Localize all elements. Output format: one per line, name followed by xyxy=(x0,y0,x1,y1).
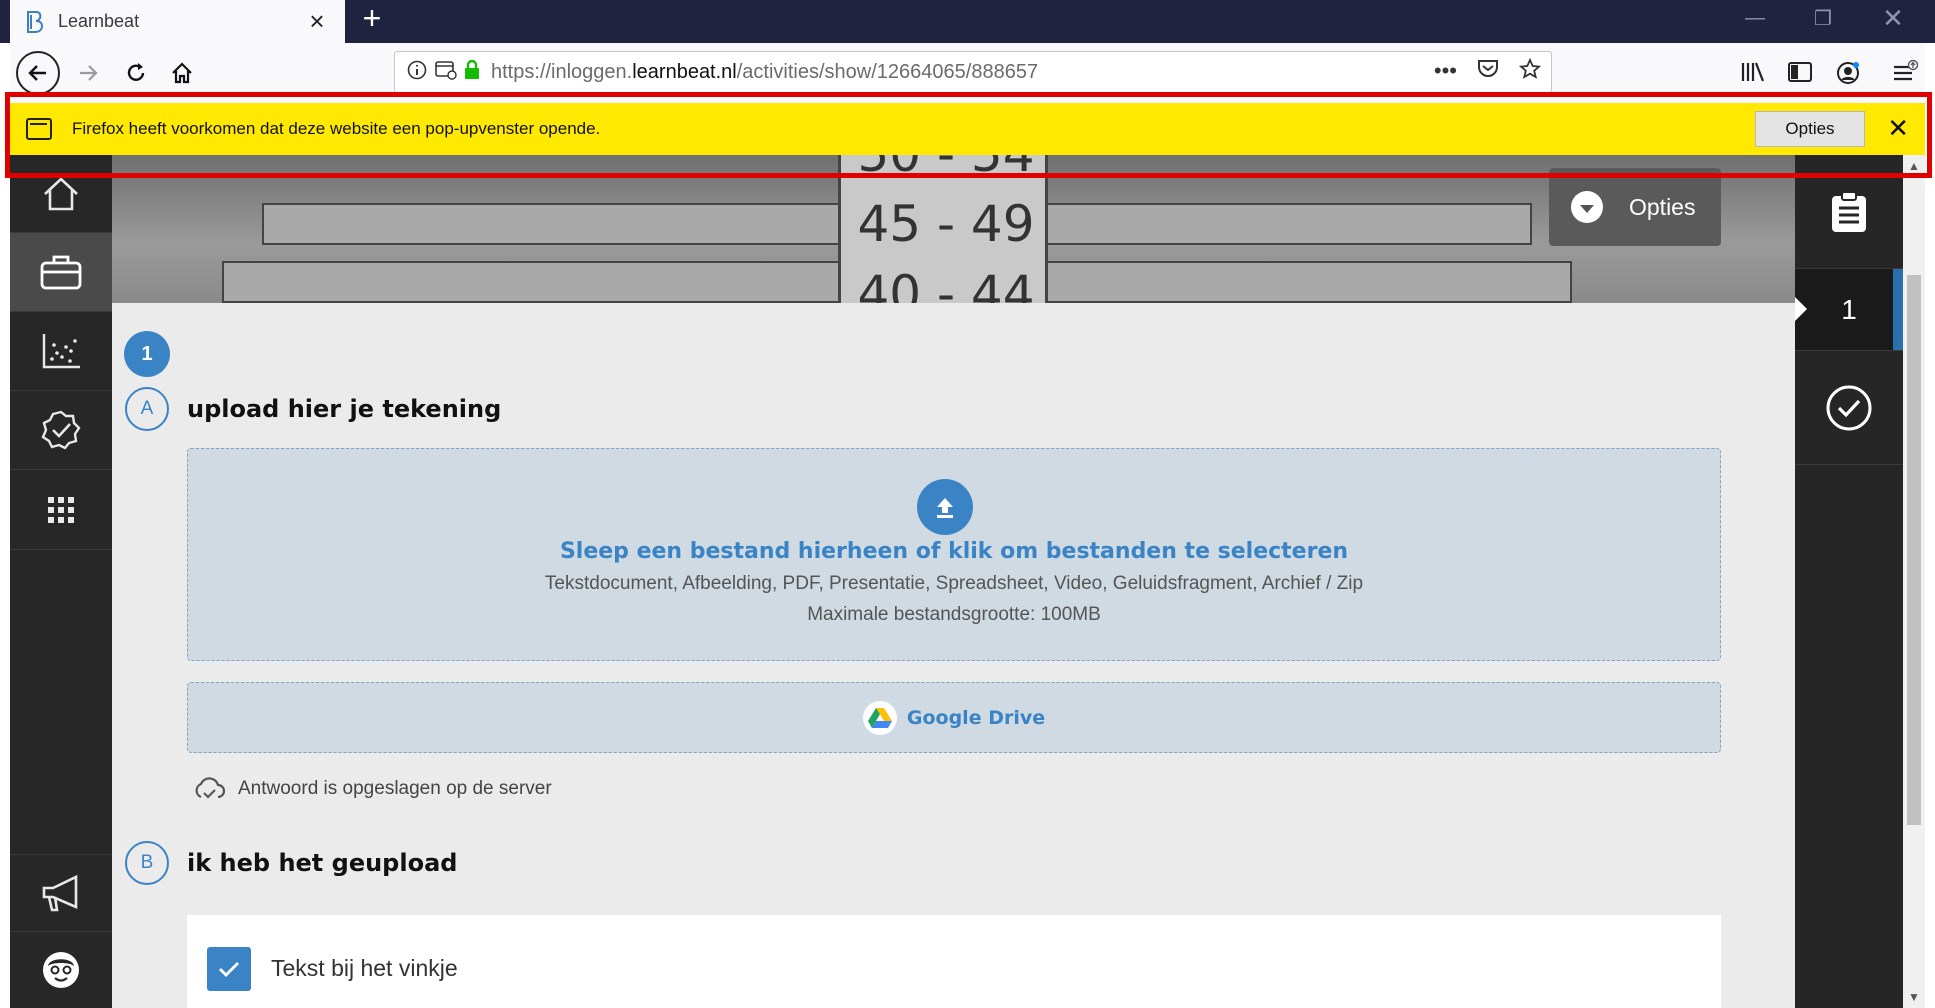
scroll-down-arrow[interactable]: ▼ xyxy=(1903,986,1925,1008)
main-content: 50 - 54 45 - 49 40 - 44 Opties 1 A uploa… xyxy=(112,155,1795,1008)
menu-icon[interactable] xyxy=(1892,59,1919,90)
progress-indicator xyxy=(1893,269,1903,350)
answer-checkbox[interactable] xyxy=(207,947,251,991)
question-number: 1 xyxy=(124,331,170,377)
new-tab-button[interactable]: + xyxy=(352,0,392,36)
lock-icon[interactable] xyxy=(463,59,481,86)
arrow-right-icon xyxy=(80,65,98,81)
url-bar[interactable]: https://inloggen.learnbeat.nl/activities… xyxy=(394,51,1552,93)
overview-button[interactable] xyxy=(1795,155,1903,269)
save-status-text: Antwoord is opgeslagen op de server xyxy=(238,778,552,799)
part-letter: A xyxy=(125,387,169,431)
chart-icon xyxy=(42,334,80,369)
home-button[interactable] xyxy=(160,51,204,95)
page-actions-icon[interactable]: ••• xyxy=(1434,58,1457,86)
finish-button[interactable] xyxy=(1795,351,1903,465)
chevron-down-icon xyxy=(1571,191,1603,223)
check-circle-icon xyxy=(1826,385,1872,430)
home-icon xyxy=(172,62,192,84)
nav-tasks[interactable] xyxy=(10,391,112,470)
badge-check-icon xyxy=(41,410,81,450)
dropzone-file-types: Tekstdocument, Afbeelding, PDF, Presenta… xyxy=(544,573,1364,594)
answer-card: Tekst bij het vinkje xyxy=(187,915,1721,1008)
app-left-sidebar xyxy=(10,155,112,1008)
account-icon[interactable] xyxy=(1836,61,1860,90)
reload-button[interactable] xyxy=(114,51,158,95)
browser-tab[interactable]: Learnbeat × xyxy=(10,0,345,43)
close-icon[interactable]: ✕ xyxy=(1887,113,1909,144)
age-label: 40 - 44 xyxy=(857,265,1035,303)
pocket-icon[interactable] xyxy=(1477,58,1499,86)
sidebar-toggle-icon[interactable] xyxy=(1788,61,1812,88)
popup-blocked-notification: Firefox heeft voorkomen dat deze website… xyxy=(10,103,1925,155)
current-indicator-arrow xyxy=(1795,297,1807,321)
learnbeat-b-icon xyxy=(24,10,46,34)
nav-results[interactable] xyxy=(10,312,112,391)
scroll-up-arrow[interactable]: ▲ xyxy=(1903,155,1925,177)
notification-text: Firefox heeft voorkomen dat deze website… xyxy=(72,119,601,138)
browser-titlebar: Learnbeat × + — ❐ ✕ xyxy=(0,0,1935,43)
url-text[interactable]: https://inloggen.learnbeat.nl/activities… xyxy=(491,61,1038,84)
reload-icon xyxy=(127,63,145,81)
checkmark-icon xyxy=(219,962,239,977)
checkbox-label[interactable]: Tekst bij het vinkje xyxy=(271,955,458,982)
question-nav-sidebar: 1 xyxy=(1795,155,1903,1008)
cloud-check-icon xyxy=(195,777,226,799)
popup-blocked-icon[interactable] xyxy=(435,60,457,85)
banner-options-label: Opties xyxy=(1629,193,1696,220)
save-status: Antwoord is opgeslagen op de server xyxy=(192,775,552,803)
info-icon[interactable] xyxy=(407,60,427,85)
nav-activities[interactable] xyxy=(10,233,112,312)
banner-options-button[interactable]: Opties xyxy=(1549,168,1721,246)
notification-options-button[interactable]: Opties xyxy=(1755,111,1865,147)
file-dropzone[interactable]: Sleep een bestand hierheen of klik om be… xyxy=(187,448,1721,661)
activity-banner-image: 50 - 54 45 - 49 40 - 44 Opties xyxy=(112,155,1795,303)
megaphone-icon xyxy=(42,874,78,912)
question-1-label: 1 xyxy=(1841,293,1857,325)
dropzone-max-size: Maximale bestandsgrootte: 100MB xyxy=(807,604,1101,625)
close-window-icon[interactable]: ✕ xyxy=(1865,0,1921,36)
tab-title: Learnbeat xyxy=(58,11,140,31)
google-drive-label: Google Drive xyxy=(906,706,1046,729)
window-edge xyxy=(1925,43,1935,1008)
popup-blocked-icon xyxy=(26,118,52,140)
question-1-tab[interactable]: 1 xyxy=(1795,269,1903,351)
close-tab-icon[interactable]: × xyxy=(303,6,331,37)
arrow-left-icon xyxy=(28,65,46,81)
dropzone-title[interactable]: Sleep een bestand hierheen of klik om be… xyxy=(188,539,1720,564)
part-letter: B xyxy=(125,841,169,885)
forward-button[interactable] xyxy=(66,51,110,95)
scroll-thumb[interactable] xyxy=(1907,275,1921,825)
avatar-icon xyxy=(43,952,79,988)
age-label: 45 - 49 xyxy=(857,195,1035,253)
age-label: 50 - 54 xyxy=(841,155,1051,183)
clipboard-icon xyxy=(1832,190,1866,232)
bookmark-star-icon[interactable] xyxy=(1518,57,1542,86)
browser-navbar: https://inloggen.learnbeat.nl/activities… xyxy=(10,43,1935,103)
upload-icon xyxy=(917,479,973,535)
nav-home[interactable] xyxy=(10,155,112,233)
minimize-icon[interactable]: — xyxy=(1727,0,1783,36)
library-icon[interactable] xyxy=(1740,61,1766,88)
restore-icon[interactable]: ❐ xyxy=(1795,0,1851,36)
part-title: ik heb het geupload xyxy=(187,849,458,877)
nav-announcements[interactable] xyxy=(10,854,112,932)
age-column: 50 - 54 45 - 49 40 - 44 xyxy=(838,155,1048,303)
nav-apps[interactable] xyxy=(10,470,112,550)
apps-grid-icon xyxy=(48,496,74,523)
google-drive-icon xyxy=(862,700,897,735)
briefcase-icon xyxy=(40,255,82,290)
nav-profile[interactable] xyxy=(10,932,112,1008)
home-icon xyxy=(44,176,78,210)
back-button[interactable] xyxy=(16,51,60,95)
google-drive-button[interactable]: Google Drive xyxy=(187,682,1721,753)
part-title: upload hier je tekening xyxy=(187,395,502,423)
page-scrollbar[interactable]: ▲ ▼ xyxy=(1903,155,1925,1008)
